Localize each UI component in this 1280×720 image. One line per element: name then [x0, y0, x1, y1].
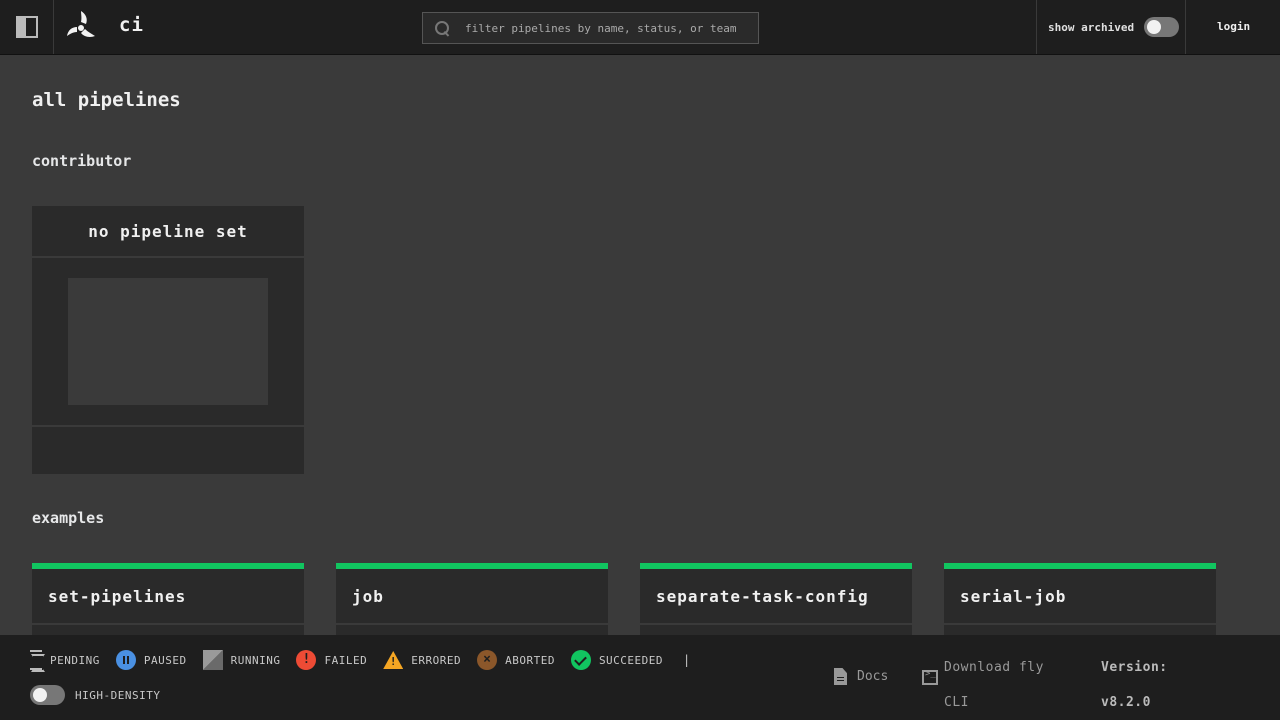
version-label: Version:: [1101, 660, 1168, 675]
legend-label: RUNNING: [230, 653, 281, 667]
legend-running: RUNNING: [202, 650, 281, 670]
empty-card-header: no pipeline set: [32, 206, 304, 256]
login-button[interactable]: login: [1217, 20, 1250, 33]
status-legend: PENDING PAUSED RUNNING ! FAILED ! ERRORE…: [30, 650, 690, 670]
sidebar-toggle-icon: [15, 16, 38, 38]
terminal-icon: [922, 669, 938, 685]
page-title: all pipelines: [32, 89, 181, 111]
empty-card-body: [32, 258, 304, 425]
legend-aborted: × ABORTED: [477, 650, 555, 670]
empty-pipeline-card: no pipeline set: [32, 206, 304, 474]
legend-pending: PENDING: [30, 650, 100, 670]
high-density-toggle[interactable]: [30, 685, 65, 705]
cluster-name: ci: [119, 14, 144, 36]
toggle-knob: [33, 688, 47, 702]
legend-failed: ! FAILED: [296, 650, 367, 670]
legend-label: PAUSED: [143, 653, 187, 667]
team-name-examples: examples: [32, 509, 105, 527]
toggle-knob: [1147, 20, 1162, 34]
pipeline-card[interactable]: job: [336, 563, 608, 645]
pipeline-card[interactable]: separate-task-config: [640, 563, 912, 645]
version-info: Version: v8.2.0: [1101, 650, 1168, 720]
docs-link[interactable]: Docs: [834, 668, 888, 685]
high-density-control: HIGH-DENSITY: [30, 685, 160, 705]
pause-icon: [115, 650, 136, 670]
show-archived-toggle[interactable]: [1144, 17, 1180, 37]
docs-label: Docs: [857, 669, 889, 684]
team-name-contributor: contributor: [32, 152, 132, 170]
footer-bar: [0, 635, 1280, 720]
pipeline-card[interactable]: serial-job: [944, 563, 1216, 645]
running-icon: [202, 650, 223, 670]
pipeline-name[interactable]: set-pipelines: [32, 569, 304, 623]
concourse-logo[interactable]: [62, 8, 100, 46]
document-icon: [834, 668, 847, 685]
show-archived-label: show archived: [1048, 20, 1135, 34]
pipeline-name[interactable]: serial-job: [944, 569, 1216, 623]
search-icon: [435, 21, 449, 35]
legend-label: SUCCEEDED: [598, 653, 664, 667]
legend-label: FAILED: [324, 653, 368, 667]
legend-label: ERRORED: [411, 653, 462, 667]
pipeline-name[interactable]: separate-task-config: [640, 569, 912, 623]
x-circle-icon: ×: [477, 650, 498, 670]
exclamation-icon: !: [296, 650, 317, 670]
legend-paused: PAUSED: [115, 650, 187, 670]
version-value: v8.2.0: [1101, 695, 1151, 710]
empty-card-footer: [32, 427, 304, 474]
legend-errored: ! ERRORED: [383, 651, 461, 669]
hourglass-icon: [30, 650, 42, 670]
legend-separator: |: [683, 653, 691, 667]
search-input[interactable]: [465, 21, 745, 35]
high-density-label: HIGH-DENSITY: [75, 688, 161, 702]
pipeline-name[interactable]: job: [336, 569, 608, 623]
show-archived-control: show archived: [1036, 0, 1186, 54]
legend-label: ABORTED: [505, 653, 555, 667]
pipeline-card[interactable]: set-pipelines: [32, 563, 304, 645]
warning-icon: !: [383, 651, 404, 669]
top-bar: ci show archived login: [0, 0, 1280, 55]
empty-card-placeholder: [68, 278, 268, 405]
legend-label: PENDING: [50, 653, 100, 667]
check-icon: [570, 650, 591, 670]
download-cli-link[interactable]: Download fly CLI: [944, 650, 1064, 720]
legend-succeeded: SUCCEEDED: [570, 650, 664, 670]
sidebar-toggle-button[interactable]: [0, 0, 54, 54]
search-bar[interactable]: [422, 12, 759, 44]
